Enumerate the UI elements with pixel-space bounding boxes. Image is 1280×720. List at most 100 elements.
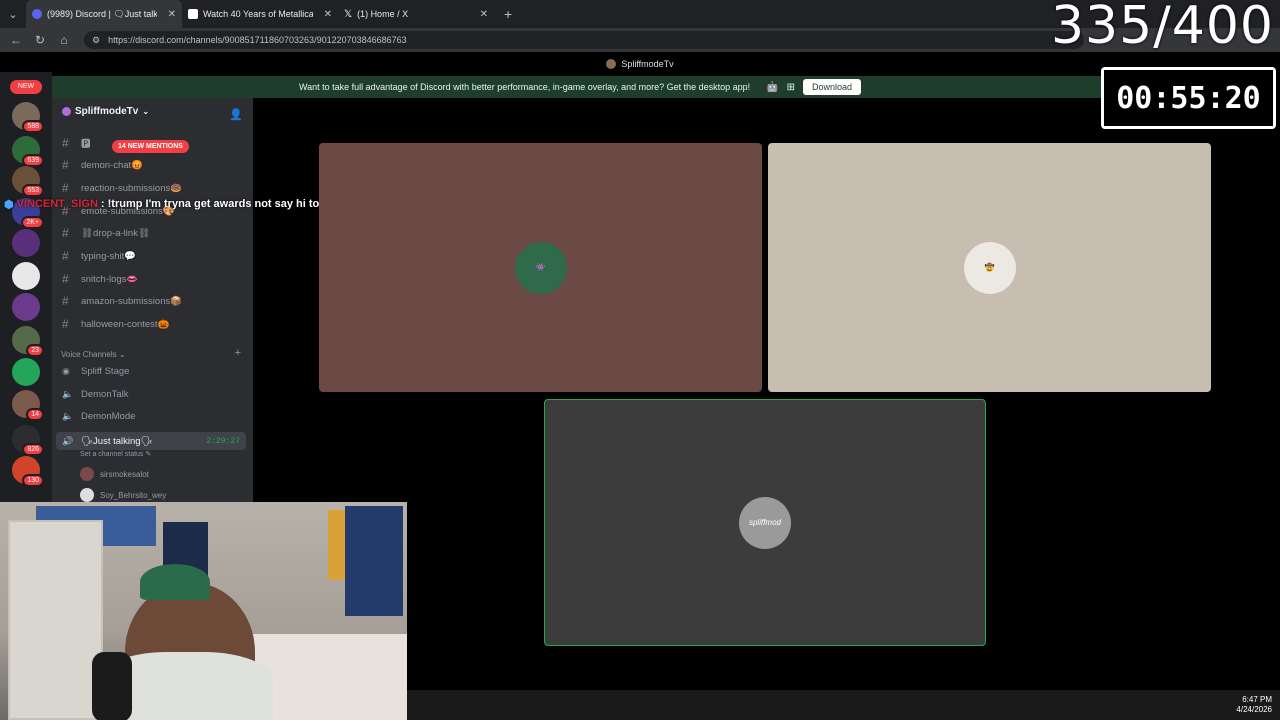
stage-icon: ◉ xyxy=(62,366,70,376)
channel-name: reaction-submissions🍩 xyxy=(81,182,183,194)
url-field[interactable]: ⚙ https://discord.com/channels/900851711… xyxy=(84,31,1084,49)
chat-overlay-message: ⬢ VINCENT_SIGN : !trump I'm tryna get aw… xyxy=(4,198,361,211)
voice-channel-name: Spliff Stage xyxy=(81,366,130,377)
channel-item[interactable]: # ⛓drop-a-link⛓ xyxy=(62,226,150,240)
server-icon[interactable]: 553 xyxy=(12,166,44,197)
clock-date: 4/24/2026 xyxy=(1236,705,1272,714)
site-favicon-icon xyxy=(188,9,198,19)
call-tile-speaking[interactable]: spliffmod xyxy=(544,399,986,646)
avatar: 🤠 xyxy=(963,241,1016,294)
server-icon xyxy=(606,59,617,69)
server-icon[interactable]: 639 xyxy=(12,136,44,167)
server-icon[interactable] xyxy=(12,229,40,257)
call-tile[interactable]: 👾 xyxy=(319,143,762,392)
speaker-icon: 🔈 xyxy=(62,389,74,399)
channel-item[interactable]: # amazon-submissions📦 xyxy=(62,294,182,308)
banner-text: Want to take full advantage of Discord w… xyxy=(298,82,751,92)
voice-channel-name: DemonTalk xyxy=(81,389,129,400)
streamer-webcam xyxy=(0,502,407,720)
door xyxy=(8,520,103,720)
add-channel-icon[interactable]: + xyxy=(235,347,241,359)
channel-sidebar: SpliffmodeTv ⌄ 👤 # 🅿 14 NEW MENTIONS # d… xyxy=(52,98,253,502)
unread-badge: 2K+ xyxy=(21,216,44,229)
channel-item[interactable]: # halloween-contest🎃 xyxy=(62,317,169,331)
tab-search-icon[interactable]: ⌄ xyxy=(0,0,26,28)
unread-badge: 130 xyxy=(22,474,44,487)
reload-icon[interactable]: ↻ xyxy=(30,33,50,47)
voice-channel-name: DemonMode xyxy=(81,411,136,422)
avatar xyxy=(80,488,94,502)
call-timer: 2:29:27 xyxy=(206,436,240,446)
download-button[interactable]: Download xyxy=(803,79,862,95)
avatar xyxy=(80,467,94,481)
member-name: Soy_Behrsito_wey xyxy=(100,490,167,500)
server-icon[interactable]: 130 xyxy=(12,456,44,487)
close-tab-icon[interactable]: ✕ xyxy=(162,9,176,20)
chat-username: VINCENT_SIGN xyxy=(16,198,98,210)
server-icon[interactable] xyxy=(12,293,40,321)
unread-badge: 23 xyxy=(26,344,44,357)
channel-item[interactable]: # snitch-logs👄 xyxy=(62,272,138,286)
site-info-icon[interactable]: ⚙ xyxy=(92,35,100,46)
tab-label: Watch 40 Years of Metallica, Night... xyxy=(203,9,313,19)
window-title-text: SpliffmodeTv xyxy=(621,59,674,69)
unread-badge: 14 xyxy=(26,408,44,421)
voice-channel-spliff-stage[interactable]: ◉ Spliff Stage xyxy=(62,366,129,377)
server-icon[interactable] xyxy=(12,262,40,290)
home-icon[interactable]: ⌂ xyxy=(54,33,74,47)
chevron-down-icon: ⌄ xyxy=(118,350,126,359)
voice-channel-demonmode[interactable]: 🔈 DemonMode xyxy=(62,411,135,422)
browser-tab-metallica[interactable]: Watch 40 Years of Metallica, Night... ✕ xyxy=(182,0,338,28)
clock-text: 00:55:20 xyxy=(1104,70,1273,126)
server-icon[interactable]: 588 xyxy=(12,102,44,133)
server-icon[interactable]: 826 xyxy=(12,425,44,456)
voice-channel-just-talking[interactable]: 🔊 🗣Just talking🗣 2:29:27 xyxy=(56,432,246,450)
windows-icon: ⊞ xyxy=(786,81,796,93)
voice-channel-demontalk[interactable]: 🔈 DemonTalk xyxy=(62,389,129,400)
hash-icon: # xyxy=(62,249,69,263)
pencil-icon: ✎ xyxy=(145,451,152,458)
browser-tab-x[interactable]: 𝕏 (1) Home / X ✕ xyxy=(338,0,494,28)
close-tab-icon[interactable]: ✕ xyxy=(318,9,332,20)
voice-member[interactable]: Soy_Behrsito_wey xyxy=(80,488,166,502)
server-icon[interactable]: 23 xyxy=(12,326,44,357)
close-tab-icon[interactable]: ✕ xyxy=(474,9,488,20)
channel-name: typing-shit💬 xyxy=(81,250,137,262)
unread-badge: 826 xyxy=(22,443,44,456)
server-name: SpliffmodeTv xyxy=(75,106,139,117)
channel-item[interactable]: # 🅿 xyxy=(62,136,91,150)
channel-status-prompt[interactable]: Set a channel status ✎ xyxy=(80,450,151,458)
voice-member[interactable]: sirsmokesalot xyxy=(80,467,149,481)
speaker-icon: 🔊 xyxy=(62,435,74,446)
new-tab-button[interactable]: + xyxy=(494,6,522,22)
tab-label: (1) Home / X xyxy=(357,9,409,19)
back-icon[interactable]: ← xyxy=(6,33,26,47)
channel-name: amazon-submissions📦 xyxy=(81,295,183,307)
chevron-down-icon: ⌄ xyxy=(142,107,150,116)
server-icon[interactable]: 14 xyxy=(12,390,44,421)
invite-people-icon[interactable]: 👤 xyxy=(229,108,243,121)
new-unreads-pill[interactable]: NEW xyxy=(10,80,42,94)
channel-status-text: Set a channel status xyxy=(80,451,144,458)
android-icon: 🤖 xyxy=(766,81,779,93)
system-clock[interactable]: 6:47 PM 4/24/2026 xyxy=(1236,695,1272,715)
server-name-header[interactable]: SpliffmodeTv ⌄ xyxy=(62,106,149,117)
channel-item[interactable]: # typing-shit💬 xyxy=(62,249,136,263)
banner-flag xyxy=(328,510,346,580)
microphone xyxy=(92,652,132,720)
taskbar: 6:47 PM 4/24/2026 xyxy=(407,690,1280,720)
channel-item[interactable]: # demon-chat😡 xyxy=(62,158,143,172)
call-tile[interactable]: 🤠 xyxy=(768,143,1211,392)
download-app-banner: Want to take full advantage of Discord w… xyxy=(50,76,1110,98)
browser-tab-discord[interactable]: (9989) Discord | 🗨Just talkin... ✕ xyxy=(26,0,182,28)
hash-icon: # xyxy=(62,272,69,286)
server-icon[interactable] xyxy=(12,358,40,386)
poster xyxy=(345,506,403,616)
unread-badge: 553 xyxy=(22,184,44,197)
channel-item[interactable]: # reaction-submissions🍩 xyxy=(62,181,182,195)
hash-icon: # xyxy=(62,158,69,172)
hash-icon: # xyxy=(62,226,69,240)
channel-name: halloween-contest🎃 xyxy=(81,318,170,330)
new-mentions-pill[interactable]: 14 NEW MENTIONS xyxy=(112,140,189,153)
voice-category-header[interactable]: Voice Channels ⌄ xyxy=(61,350,126,359)
